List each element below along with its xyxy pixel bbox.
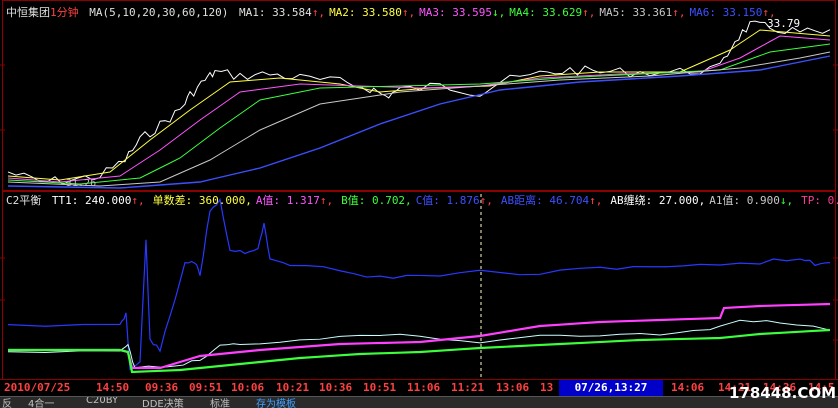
ma5-line [7, 51, 831, 187]
indicator-value-1: TT1: 240.000↑, [51, 194, 145, 207]
chart-window: 中恒集团1分钟 MA(5,10,20,30,60,120) MA1: 33.58… [0, 0, 838, 408]
time-tick: 14:50 [96, 381, 130, 394]
ma2-line [7, 29, 831, 181]
up-arrow-icon: ↑, [131, 194, 145, 207]
low-price-label: 31.26 [66, 178, 97, 189]
time-tick: 2010/07/25 [4, 381, 71, 394]
indicator-value-3: A值: 1.317↑, [255, 194, 334, 207]
time-tick: 10:06 [231, 381, 265, 394]
indicator-value-7: AB缠绕: 27.000, [610, 194, 706, 207]
tab-item[interactable]: DDE决策 [142, 397, 184, 408]
tab-item[interactable]: C20BY [86, 397, 118, 406]
up-arrow-icon: ↑, [319, 194, 334, 207]
site-watermark: 178448.COM [729, 384, 837, 402]
tab-item[interactable]: 4合一 [28, 397, 54, 408]
time-tick: 10:36 [319, 381, 353, 394]
time-tick: 13 [540, 381, 554, 394]
time-tick: 14:06 [671, 381, 705, 394]
tab-item[interactable]: 存为模板 [256, 397, 296, 408]
high-price-label: 33.79 [767, 17, 801, 30]
indicator-value-9: TP: 0.000, [801, 194, 838, 207]
time-tick: 11:06 [407, 381, 441, 394]
up-arrow-icon: ↑, [589, 194, 603, 207]
indicator-legend: C2平衡 TT1: 240.000↑, 单数差: 360.000, A值: 1.31… [6, 194, 838, 208]
indicator-value-8: A1值: 0.900↓, [709, 194, 794, 207]
time-tick: 09:36 [145, 381, 179, 394]
tab-item[interactable]: 标准 [210, 397, 230, 408]
indicator-name[interactable]: C2平衡 [6, 194, 41, 207]
time-tick: 10:21 [276, 381, 310, 394]
indicator-value-6: AB距离: 46.704↑, [500, 194, 603, 207]
indicator-value-4: B值: 0.702, [341, 194, 412, 207]
template-tab-bar: 反 4合一 C20BY DDE决策 标准 存为模板 [0, 396, 838, 408]
time-axis: 2010/07/25 14:50 09:36 09:51 10:06 10:21… [0, 379, 838, 397]
ma3-line [7, 35, 831, 183]
time-tick: 09:51 [189, 381, 223, 394]
cursor-time-label: 07/26,13:27 [559, 380, 663, 396]
time-tick: 10:51 [363, 381, 397, 394]
indicator-value-2: 单数差: 360.000, [152, 194, 252, 207]
down-arrow-icon: ↓, [779, 194, 794, 207]
tab-item[interactable]: 反 [2, 397, 12, 408]
up-arrow-icon: ↑, [479, 194, 493, 207]
indicator-panel[interactable] [2, 191, 836, 380]
time-tick: 13:06 [496, 381, 530, 394]
price-line [7, 20, 831, 185]
ma4-line [7, 43, 831, 185]
indicator-values: TT1: 240.000↑, 单数差: 360.000, A值: 1.317↑, B值… [52, 194, 838, 207]
time-tick: 11:21 [451, 381, 485, 394]
indicator-value-5: C值: 1.876↑, [415, 194, 493, 207]
